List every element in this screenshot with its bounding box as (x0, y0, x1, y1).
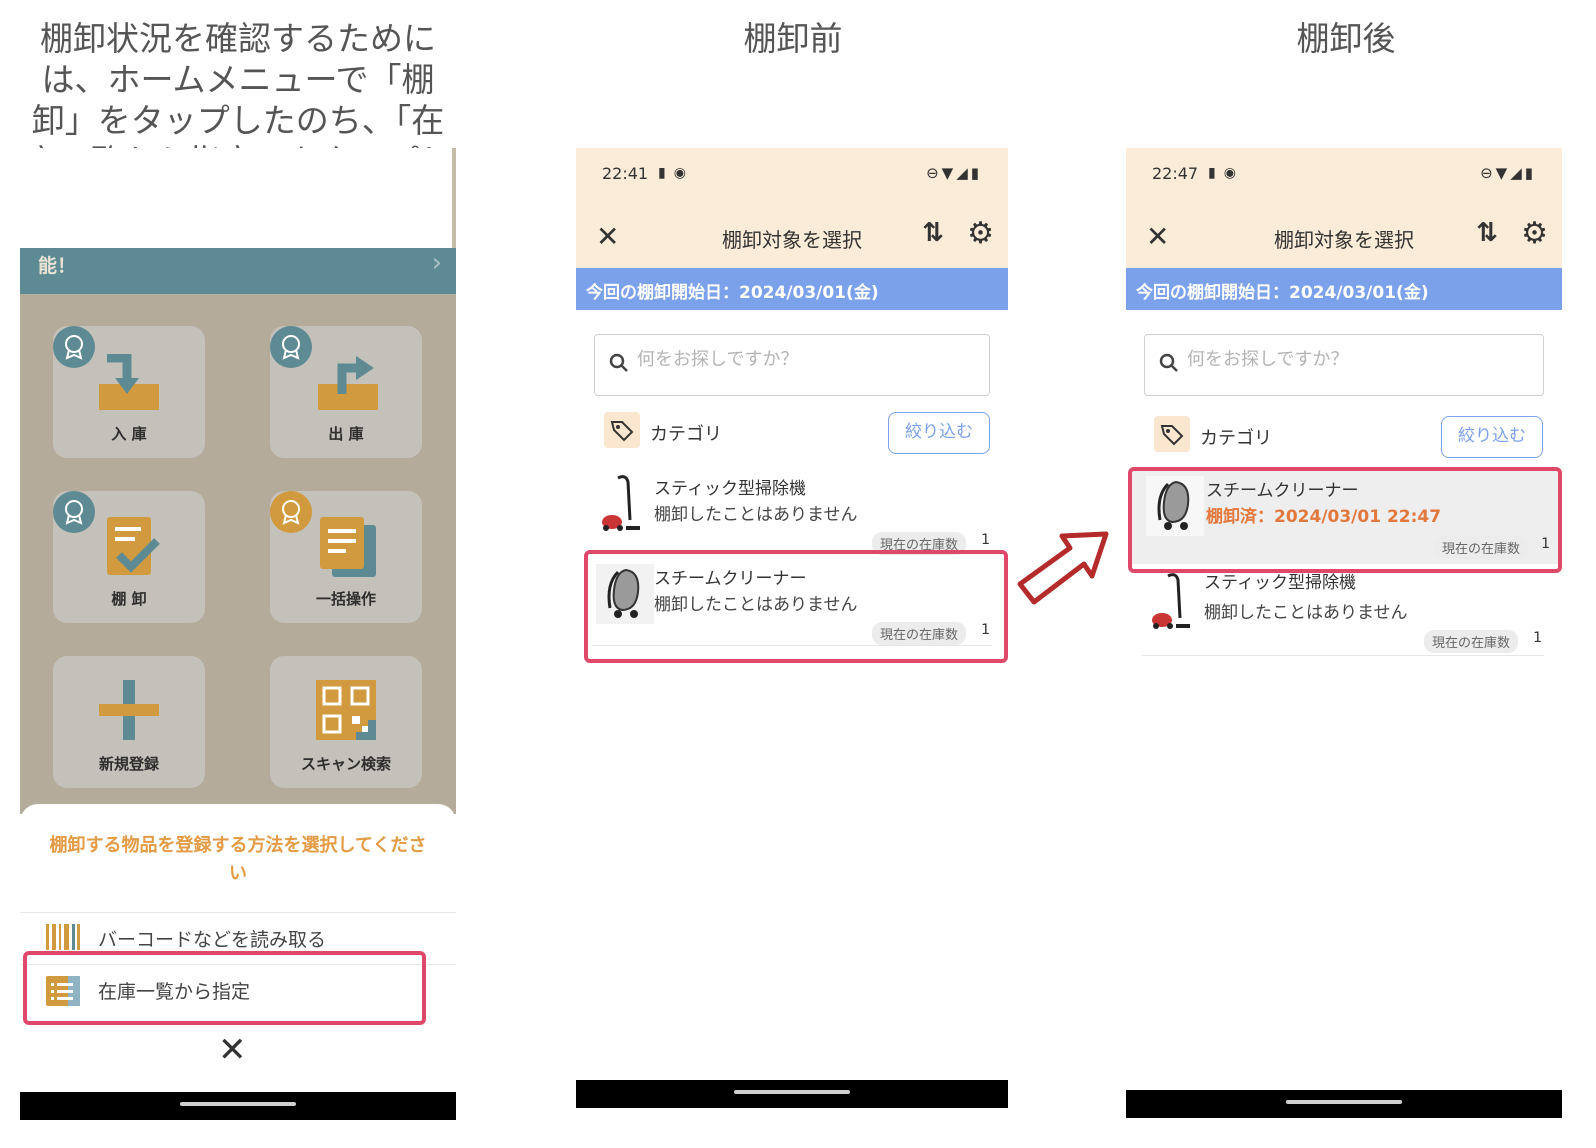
qr-code-icon (316, 680, 376, 744)
sort-icon[interactable]: ⇅ (922, 218, 944, 248)
tile-ship[interactable]: 出 庫 (270, 326, 422, 458)
arrow-right-icon (1012, 522, 1112, 616)
stock-label: 現在の在庫数 (1423, 630, 1518, 653)
filter-button[interactable]: 絞り込む (888, 412, 990, 454)
clipboard-check-icon (103, 515, 163, 583)
tag-icon (604, 412, 640, 448)
phone-after: 22:47 ▮◉ ⊖▼◢▮ ✕ 棚卸対象を選択 ⇅ ⚙ 今回の棚卸開始日：202… (1126, 148, 1562, 1118)
award-badge-icon (270, 491, 312, 533)
home-indicator[interactable] (180, 1102, 296, 1106)
tile-receive[interactable]: 入 庫 (53, 326, 205, 458)
tile-inventory-label: 棚 卸 (111, 590, 147, 608)
caption-after: 棚卸後 (1296, 19, 1396, 58)
caption-before: 棚卸前 (743, 19, 843, 58)
app-toolbar: ✕ 棚卸対象を選択 ⇅ ⚙ (576, 208, 1008, 268)
navigation-bar (576, 1080, 1008, 1108)
sheet-title: 棚卸する物品を登録する方法を選択してください (49, 835, 427, 884)
status-bar: 22:47 ▮◉ ⊖▼◢▮ (1126, 148, 1562, 208)
tag-icon (1154, 416, 1190, 452)
tile-register-label: 新規登録 (98, 755, 159, 773)
item-inventory-status: 棚卸したことはありません (654, 505, 858, 525)
navigation-bar (1126, 1090, 1562, 1118)
stock-count: 1 (981, 532, 990, 548)
list-item[interactable]: スティック型掃除機 棚卸したことはありません 現在の在庫数 1 (1142, 566, 1544, 656)
tile-register[interactable]: 新規登録 (53, 656, 205, 788)
search-input[interactable] (1187, 349, 1507, 370)
sort-icon[interactable]: ⇅ (1476, 218, 1498, 248)
inbox-out-icon (316, 354, 380, 416)
search-input[interactable] (637, 349, 957, 370)
info-banner[interactable] (20, 248, 456, 294)
status-time: 22:41 (602, 164, 649, 183)
gear-icon[interactable]: ⚙ (967, 216, 994, 251)
item-name: スティック型掃除機 (654, 479, 806, 499)
sheet-close-button[interactable]: ✕ (218, 1030, 247, 1070)
app-toolbar: ✕ 棚卸対象を選択 ⇅ ⚙ (1126, 208, 1562, 268)
status-bar: 22:41 ▮◉ ⊖▼◢▮ (576, 148, 1008, 208)
chevron-right-icon: › (431, 248, 442, 278)
highlight-steam-cleaner-after (1128, 467, 1562, 573)
home-indicator[interactable] (734, 1090, 850, 1094)
tile-receive-label: 入 庫 (111, 425, 147, 443)
search-icon (1159, 353, 1179, 373)
highlight-steam-cleaner-before (584, 550, 1008, 663)
tile-batch-label: 一括操作 (315, 590, 376, 608)
search-box[interactable] (1144, 334, 1544, 396)
stick-vacuum-thumbnail (1146, 572, 1204, 632)
home-indicator[interactable] (1286, 1100, 1402, 1104)
list-item[interactable]: スティック型掃除機 棚卸したことはありません 現在の在庫数 1 (592, 468, 992, 556)
stick-vacuum-thumbnail (596, 474, 654, 534)
category-label: カテゴリ (650, 424, 722, 445)
filter-button[interactable]: 絞り込む (1441, 416, 1543, 458)
plus-icon (99, 680, 159, 744)
inventory-start-date-bar: 今回の棚卸開始日：2024/03/01(金) (576, 268, 1008, 310)
info-banner-text: 能！ (38, 255, 77, 277)
tile-inventory[interactable]: 棚 卸 (53, 491, 205, 623)
tile-scan-search-label: スキャン検索 (300, 755, 391, 773)
highlight-stock-list-option (23, 951, 426, 1025)
tile-ship-label: 出 庫 (328, 425, 364, 443)
document-stack-icon (316, 515, 380, 583)
notification-icons: ▮◉ (1208, 165, 1244, 181)
barcode-icon (46, 924, 80, 952)
inbox-in-icon (97, 353, 161, 416)
navigation-bar (20, 1092, 456, 1120)
item-inventory-status: 棚卸したことはありません (1204, 603, 1408, 623)
search-icon (609, 353, 629, 373)
stock-count: 1 (1533, 630, 1542, 646)
system-status-icons: ⊖▼◢▮ (926, 164, 982, 182)
tile-batch[interactable]: 一括操作 (270, 491, 422, 623)
award-badge-icon (53, 326, 95, 368)
award-badge-icon (270, 326, 312, 368)
tile-scan-search[interactable]: スキャン検索 (270, 656, 422, 788)
search-box[interactable] (594, 334, 990, 396)
option-read-barcode-label: バーコードなどを読み取る (98, 928, 327, 951)
notification-icons: ▮◉ (658, 165, 694, 181)
status-time: 22:47 (1152, 164, 1199, 183)
inventory-start-date-bar: 今回の棚卸開始日：2024/03/01(金) (1126, 268, 1562, 310)
system-status-icons: ⊖▼◢▮ (1480, 164, 1536, 182)
gear-icon[interactable]: ⚙ (1521, 216, 1548, 251)
award-badge-icon (53, 491, 95, 533)
category-label: カテゴリ (1200, 428, 1272, 449)
method-bottom-sheet: 棚卸する物品を登録する方法を選択してください バーコードなどを読み取る 在庫一覧… (20, 804, 456, 1094)
